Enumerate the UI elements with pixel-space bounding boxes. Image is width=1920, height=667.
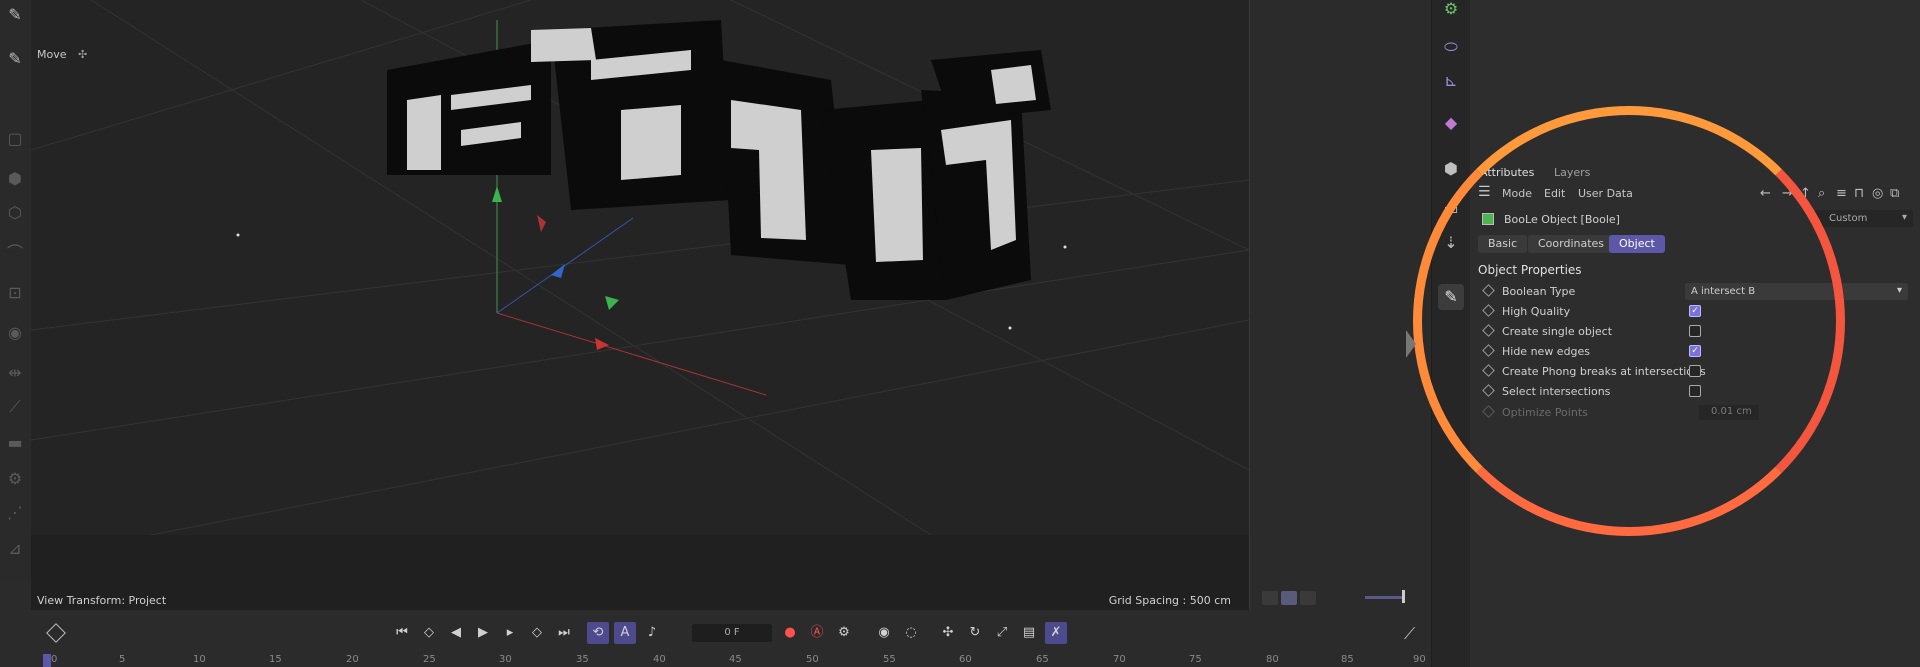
grid-spacing-label: Grid Spacing : 500 cm [1108, 594, 1231, 607]
sculpt-icon[interactable]: ⬢ [1438, 156, 1464, 182]
record-icon[interactable]: ● [779, 622, 801, 644]
ruler-tick: 60 [959, 654, 972, 665]
ruler-tick: 75 [1189, 654, 1202, 665]
key-lock-icon[interactable]: ◉ [873, 622, 895, 644]
polygon-icon[interactable]: ◆ [1438, 110, 1464, 136]
ruler-tick: 30 [499, 654, 512, 665]
logo-icon[interactable]: ✎ [2, 2, 28, 28]
prev-key-icon[interactable]: ◇ [418, 622, 440, 644]
new-window-icon[interactable]: ⧉ [1890, 186, 1899, 201]
pla-key-icon[interactable]: ✗ [1045, 622, 1067, 644]
current-frame-field[interactable]: 0 F [692, 624, 772, 642]
last-frame-icon[interactable]: ⏭ [553, 622, 575, 644]
grid-view-icon[interactable] [1281, 591, 1297, 605]
autokey-icon[interactable]: Ⓐ [806, 622, 828, 644]
ruler-tick: 15 [269, 654, 282, 665]
view-mode-buttons [1262, 590, 1319, 609]
frame-ruler[interactable]: 0 5 10 15 20 25 30 35 40 45 50 55 60 65 … [41, 650, 1431, 667]
keyframe-settings-icon[interactable]: ⚙ [833, 622, 855, 644]
settings-icon[interactable]: ⚙ [2, 466, 28, 492]
ruler-tick: 90 [1413, 654, 1426, 665]
scale-key-icon[interactable]: ⤢ [991, 622, 1013, 644]
ruler-tick: 5 [119, 654, 126, 665]
timeline-bar: ⏮ ◇ ◀ ▶ ▸ ◇ ⏭ ⟲ A ♪ 0 F ● Ⓐ ⚙ ◉ ◌ ✣ ↻ ⤢ … [31, 620, 1431, 667]
filter-icon[interactable]: ≡ [1836, 186, 1847, 201]
highlight-circle [1413, 106, 1845, 536]
box-select-icon[interactable]: ▢ [2, 126, 28, 152]
ruler-tick: 65 [1036, 654, 1049, 665]
snap-icon[interactable]: ⋰ [2, 500, 28, 526]
ruler-tick: 40 [653, 654, 666, 665]
next-frame-icon[interactable]: ▸ [499, 622, 521, 644]
object-icon[interactable]: ⬭ [1438, 34, 1464, 60]
custom-dropdown[interactable]: Custom ▾ [1813, 210, 1913, 227]
lock-icon[interactable]: ⊡ [2, 280, 28, 306]
mask-icon[interactable]: ◉ [2, 320, 28, 346]
bend-icon[interactable]: ⌒ [2, 240, 28, 266]
ruler-tick: 45 [729, 654, 742, 665]
ruler-tick: 35 [576, 654, 589, 665]
weld-icon[interactable]: ▬ [2, 430, 28, 456]
keyframe-icon[interactable] [46, 623, 66, 643]
mirror-icon[interactable]: ⇹ [2, 360, 28, 386]
viewport-floor [31, 535, 1249, 610]
zoom-slider-knob[interactable] [1402, 590, 1405, 603]
viewport-scene [31, 0, 1249, 535]
coordinates-icon[interactable]: ⊾ [1438, 68, 1464, 94]
viewport-3d[interactable]: Move ✣ View Transform: Project Grid Spac… [31, 0, 1250, 610]
left-toolbar: ✎ ✎ ▢ ⬢ ⬡ ⌒ ⊡ ◉ ⇹ ⟋ ▬ ⚙ ⋰ ⊿ [0, 0, 30, 580]
zoom-slider-track[interactable] [1365, 596, 1403, 599]
param-key-icon[interactable]: ▤ [1018, 622, 1040, 644]
ruler-tick: 85 [1341, 654, 1354, 665]
loop-icon[interactable]: ⟲ [587, 622, 609, 644]
ruler-tick: 10 [193, 654, 206, 665]
first-frame-icon[interactable]: ⏮ [391, 622, 413, 644]
rotate-key-icon[interactable]: ↻ [964, 622, 986, 644]
ruler-tick: 55 [883, 654, 896, 665]
move-key-icon[interactable]: ✣ [937, 622, 959, 644]
ruler-tick: 80 [1266, 654, 1279, 665]
sound-icon[interactable]: ♪ [641, 622, 663, 644]
preview-range-icon[interactable]: A [614, 622, 636, 644]
graph-editor-icon[interactable]: ⟋ [1404, 624, 1415, 644]
chevron-down-icon: ▾ [1901, 212, 1907, 223]
list-view-icon[interactable] [1262, 591, 1278, 605]
ruler-tick: 50 [806, 654, 819, 665]
play-icon[interactable]: ▶ [472, 622, 494, 644]
axis-icon[interactable]: ⊿ [2, 536, 28, 562]
panel-collapse-arrow-icon[interactable] [1406, 330, 1416, 358]
chevron-down-icon: ▾ [1896, 285, 1902, 296]
cube-icon[interactable]: ⬢ [2, 166, 28, 192]
search-icon[interactable]: ⌕ [1818, 186, 1825, 201]
ruler-tick: 25 [423, 654, 436, 665]
viewport-mode-label: Move ✣ [37, 48, 87, 61]
tile-view-icon[interactable] [1300, 591, 1316, 605]
brush-icon[interactable]: ✎ [2, 46, 28, 72]
cube-outline-icon[interactable]: ⬡ [2, 200, 28, 226]
view-transform-label: View Transform: Project [37, 594, 167, 607]
next-key-icon[interactable]: ◇ [526, 622, 548, 644]
lock-icon[interactable]: ⊓ [1854, 186, 1864, 201]
object-manager-panel [1250, 0, 1430, 610]
custom-dropdown-label: Custom [1829, 213, 1868, 224]
motion-icon[interactable]: ◌ [900, 622, 922, 644]
ruler-tick: 20 [346, 654, 359, 665]
ruler-tick: 0 [51, 654, 58, 665]
mode-label-text: Move [37, 48, 67, 61]
target-icon[interactable]: ◎ [1872, 186, 1883, 201]
move-icon[interactable]: ✣ [78, 48, 87, 61]
prev-frame-icon[interactable]: ◀ [445, 622, 467, 644]
knife-icon[interactable]: ⟋ [2, 394, 28, 420]
ruler-tick: 70 [1113, 654, 1126, 665]
gear-icon[interactable]: ⚙ [1438, 0, 1464, 22]
